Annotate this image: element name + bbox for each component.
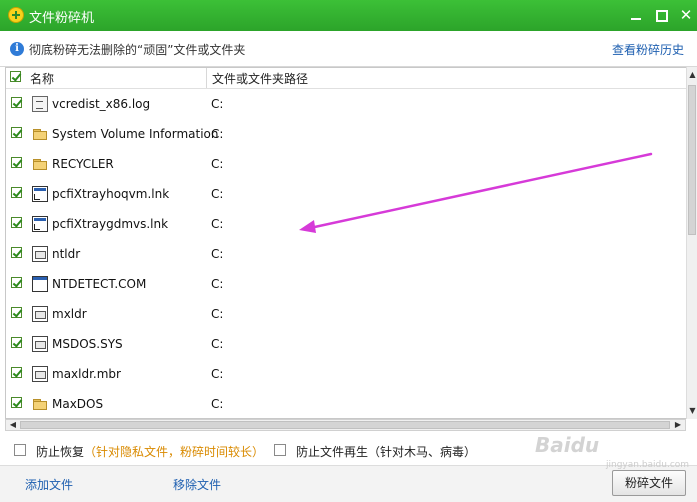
file-path: C: bbox=[211, 277, 224, 291]
info-text: 彻底粉碎无法删除的“顽固”文件或文件夹 bbox=[29, 43, 246, 57]
list-item[interactable]: vcredist_x86.log C: bbox=[6, 89, 687, 119]
bottom-bar: 添加文件 移除文件 粉碎文件 bbox=[0, 465, 697, 502]
prevent-recovery-label: 防止恢复（针对隐私文件，粉碎时间较长） bbox=[36, 443, 264, 460]
file-path: C: bbox=[211, 397, 224, 411]
shortcut-icon bbox=[32, 216, 48, 232]
vertical-scroll-thumb[interactable] bbox=[688, 85, 696, 235]
file-name: vcredist_x86.log bbox=[52, 97, 151, 111]
folder-icon bbox=[32, 396, 48, 412]
row-checkbox[interactable] bbox=[11, 157, 22, 168]
system-file-icon bbox=[32, 336, 48, 352]
file-name: pcfiXtraygdmvs.lnk bbox=[52, 217, 169, 231]
file-path: C: bbox=[211, 187, 224, 201]
row-checkbox[interactable] bbox=[11, 367, 22, 378]
baidu-watermark-url: jingyan.baidu.com bbox=[606, 460, 690, 470]
row-checkbox[interactable] bbox=[11, 127, 22, 138]
file-path: C: bbox=[211, 367, 224, 381]
list-item[interactable]: System Volume Information C: bbox=[6, 119, 687, 149]
file-name: maxldr.mbr bbox=[52, 367, 121, 381]
prevent-regeneration-label: 防止文件再生（针对木马、病毒） bbox=[296, 445, 477, 459]
list-header: 名称 文件或文件夹路径 bbox=[6, 68, 687, 89]
row-checkbox[interactable] bbox=[11, 217, 22, 228]
file-name: MSDOS.SYS bbox=[52, 337, 123, 351]
row-checkbox[interactable] bbox=[11, 307, 22, 318]
column-divider[interactable] bbox=[206, 68, 207, 88]
file-name: RECYCLER bbox=[52, 157, 114, 171]
list-item[interactable]: ntldr C: bbox=[6, 239, 687, 269]
system-file-icon bbox=[32, 246, 48, 262]
file-path: C: bbox=[211, 307, 224, 321]
file-name: pcfiXtrayhoqvm.lnk bbox=[52, 187, 170, 201]
scroll-up-icon[interactable]: ▲ bbox=[688, 70, 697, 80]
file-name: mxldr bbox=[52, 307, 87, 321]
shred-history-link[interactable]: 查看粉碎历史 bbox=[612, 41, 684, 58]
system-file-icon bbox=[32, 306, 48, 322]
executable-icon bbox=[32, 276, 48, 292]
list-item[interactable]: pcfiXtraygdmvs.lnk C: bbox=[6, 209, 687, 239]
select-all-checkbox[interactable] bbox=[10, 71, 21, 82]
list-item[interactable]: mxldr C: bbox=[6, 299, 687, 329]
folder-icon bbox=[32, 156, 48, 172]
file-list: 名称 文件或文件夹路径 vcredist_x86.log C: System V… bbox=[5, 67, 697, 419]
list-item[interactable]: MSDOS.SYS C: bbox=[6, 329, 687, 359]
row-checkbox[interactable] bbox=[11, 97, 22, 108]
system-file-icon bbox=[32, 366, 48, 382]
prevent-recovery-checkbox[interactable] bbox=[14, 444, 26, 456]
close-icon[interactable]: ✕ bbox=[676, 5, 696, 25]
list-item[interactable]: NTDETECT.COM C: bbox=[6, 269, 687, 299]
prevent-recovery-text: 防止恢复 bbox=[36, 445, 85, 459]
file-icon bbox=[32, 96, 48, 112]
window-title: 文件粉碎机 bbox=[29, 11, 95, 26]
remove-file-link[interactable]: 移除文件 bbox=[173, 476, 221, 493]
list-rows: vcredist_x86.log C: System Volume Inform… bbox=[6, 89, 687, 418]
prevent-recovery-note: （针对隐私文件，粉碎时间较长） bbox=[84, 445, 265, 459]
app-logo-icon bbox=[8, 7, 24, 23]
row-checkbox[interactable] bbox=[11, 277, 22, 288]
list-item[interactable]: MaxDOS C: bbox=[6, 389, 687, 418]
list-item[interactable]: pcfiXtrayhoqvm.lnk C: bbox=[6, 179, 687, 209]
horizontal-scroll-thumb[interactable] bbox=[20, 421, 670, 429]
folder-icon bbox=[32, 126, 48, 142]
row-checkbox[interactable] bbox=[11, 247, 22, 258]
column-name-header[interactable]: 名称 bbox=[30, 70, 54, 87]
file-path: C: bbox=[211, 247, 224, 261]
info-icon: i bbox=[10, 42, 24, 56]
row-checkbox[interactable] bbox=[11, 337, 22, 348]
file-name: System Volume Information bbox=[52, 127, 219, 141]
scroll-left-icon[interactable]: ◀ bbox=[8, 420, 18, 430]
file-name: MaxDOS bbox=[52, 397, 104, 411]
list-item[interactable]: RECYCLER C: bbox=[6, 149, 687, 179]
vertical-scrollbar[interactable]: ▲ ▼ bbox=[686, 67, 697, 419]
shred-file-button[interactable]: 粉碎文件 bbox=[612, 470, 686, 496]
file-name: NTDETECT.COM bbox=[52, 277, 147, 291]
column-path-header[interactable]: 文件或文件夹路径 bbox=[212, 70, 308, 87]
minimize-icon[interactable] bbox=[626, 5, 646, 25]
file-path: C: bbox=[211, 157, 224, 171]
row-checkbox[interactable] bbox=[11, 397, 22, 408]
file-path: C: bbox=[211, 97, 224, 111]
info-bar: i 彻底粉碎无法删除的“顽固”文件或文件夹 查看粉碎历史 bbox=[0, 31, 697, 67]
title-bar: 文件粉碎机 ✕ bbox=[0, 0, 697, 31]
file-path: C: bbox=[211, 127, 224, 141]
file-name: ntldr bbox=[52, 247, 81, 261]
baidu-watermark: Baidu bbox=[535, 433, 600, 457]
list-item[interactable]: maxldr.mbr C: bbox=[6, 359, 687, 389]
maximize-icon[interactable] bbox=[651, 5, 671, 25]
prevent-regeneration-checkbox[interactable] bbox=[274, 444, 286, 456]
row-checkbox[interactable] bbox=[11, 187, 22, 198]
file-path: C: bbox=[211, 337, 224, 351]
scroll-down-icon[interactable]: ▼ bbox=[688, 406, 697, 416]
scroll-right-icon[interactable]: ▶ bbox=[673, 420, 683, 430]
shortcut-icon bbox=[32, 186, 48, 202]
add-file-link[interactable]: 添加文件 bbox=[25, 476, 73, 493]
horizontal-scrollbar[interactable]: ◀ ▶ bbox=[5, 419, 686, 431]
file-path: C: bbox=[211, 217, 224, 231]
